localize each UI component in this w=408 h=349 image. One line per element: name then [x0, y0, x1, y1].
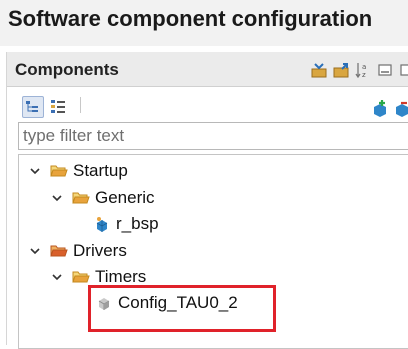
- tree-view-button[interactable]: [22, 96, 44, 118]
- panel-header: Components a z: [7, 52, 408, 87]
- highlight-box: [88, 285, 276, 332]
- remove-component-icon: [396, 101, 408, 117]
- folder-open-icon: [72, 192, 90, 204]
- tree-node-r-bsp[interactable]: r_bsp: [94, 212, 159, 236]
- svg-text:z: z: [362, 71, 366, 78]
- minimize-icon[interactable]: [377, 62, 393, 78]
- filter-box: [18, 122, 408, 150]
- tree-label-drivers: Drivers: [73, 241, 127, 260]
- sort-az-icon[interactable]: a z: [355, 62, 371, 78]
- tree-label-r-bsp: r_bsp: [116, 214, 159, 233]
- add-component-icon: [374, 100, 386, 117]
- chevron-down-icon[interactable]: [28, 164, 42, 178]
- tree-node-drivers[interactable]: Drivers: [28, 239, 127, 263]
- flat-view-button[interactable]: [48, 97, 68, 117]
- flat-view-icon: [51, 100, 65, 113]
- chevron-down-icon[interactable]: [50, 270, 64, 284]
- expand-icon[interactable]: [333, 62, 349, 78]
- folder-open-icon: [50, 165, 68, 177]
- tree-label-startup: Startup: [73, 161, 128, 180]
- filter-input[interactable]: [23, 125, 403, 147]
- bsp-component-icon: [96, 217, 108, 232]
- chevron-down-icon[interactable]: [28, 244, 42, 258]
- tree-node-startup[interactable]: Startup: [28, 159, 128, 183]
- title-bar: Software component configuration: [0, 0, 408, 46]
- tree-node-generic[interactable]: Generic: [50, 186, 155, 210]
- chevron-down-icon[interactable]: [50, 191, 64, 205]
- maximize-icon[interactable]: [399, 62, 408, 78]
- tree-view-icon: [26, 101, 38, 112]
- svg-text:a: a: [362, 63, 366, 71]
- tree-label-timers: Timers: [95, 267, 147, 286]
- folder-open-icon: [72, 271, 90, 283]
- add-component-button[interactable]: [370, 99, 390, 119]
- toolbar-separator: [80, 97, 81, 113]
- page-title: Software component configuration: [8, 6, 373, 31]
- folder-open-icon: [50, 245, 68, 257]
- remove-component-button[interactable]: [392, 99, 408, 119]
- panel-title: Components: [15, 60, 119, 79]
- collapse-all-icon[interactable]: [311, 62, 327, 78]
- tree-label-generic: Generic: [95, 188, 155, 207]
